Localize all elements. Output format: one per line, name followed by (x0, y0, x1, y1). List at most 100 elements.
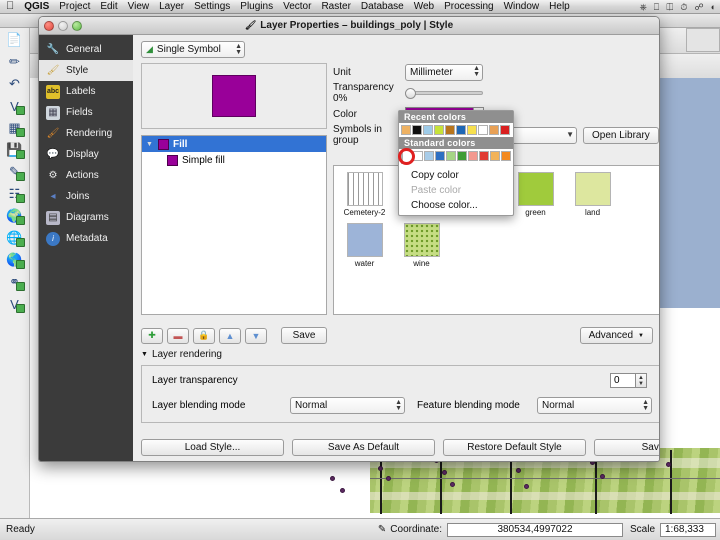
color-picker-popup[interactable]: Recent colors Standard colors Copy color… (398, 110, 514, 216)
tree-row[interactable]: ▼ Fill (142, 136, 326, 152)
menu-item-database[interactable]: Database (361, 1, 404, 12)
chevron-down-icon[interactable]: ▼ (146, 141, 154, 148)
add-wms-layer-icon[interactable]: 🌍 (4, 206, 26, 226)
pencil-icon[interactable]: ✏ (4, 52, 26, 72)
add-vector-layer-icon[interactable]: V (4, 96, 26, 116)
menu-item-processing[interactable]: Processing (444, 1, 493, 12)
transparency-slider[interactable] (405, 87, 483, 99)
unit-combo[interactable]: Millimeter ▲ ▼ (405, 63, 483, 81)
new-spatialite-icon[interactable]: V (4, 294, 26, 314)
add-symbol-button[interactable]: ✚ (141, 327, 163, 344)
recent-color-swatch[interactable] (445, 125, 455, 135)
standard-color-swatch[interactable] (501, 151, 511, 161)
sidebar-item-labels[interactable]: abc Labels (39, 81, 133, 102)
tree-row[interactable]: Simple fill (142, 152, 326, 168)
sidebar-item-actions[interactable]: ⚙ Actions (39, 165, 133, 186)
spinner-arrows[interactable]: ▲ ▼ (636, 373, 647, 388)
new-shapefile-icon[interactable]: ⚭ (4, 272, 26, 292)
menu-item-settings[interactable]: Settings (194, 1, 230, 12)
dropbox-icon[interactable]: ⎈ (640, 2, 647, 13)
add-raster-layer-icon[interactable]: ▦ (4, 118, 26, 138)
recent-color-swatch[interactable] (434, 125, 444, 135)
standard-color-swatch[interactable] (479, 151, 489, 161)
render-icon[interactable]: ✎ (378, 524, 386, 535)
standard-color-swatch-selected[interactable] (398, 148, 415, 165)
minimize-button[interactable] (58, 21, 68, 31)
restore-default-style-button[interactable]: Restore Default Style (443, 439, 586, 456)
menu-item-qgis[interactable]: QGIS (24, 1, 49, 12)
advanced-button[interactable]: Advanced ▼ (579, 327, 653, 344)
sidebar-item-style[interactable]: 🖌 Style (39, 60, 133, 81)
move-down-button[interactable]: ▼ (245, 327, 267, 344)
open-library-button[interactable]: Open Library (583, 126, 659, 144)
menu-item-help[interactable]: Help (549, 1, 570, 12)
save-as-default-button[interactable]: Save As Default (292, 439, 435, 456)
copy-color-menu-item[interactable]: Copy color (399, 168, 513, 183)
sidebar-item-rendering[interactable]: 🖌 Rendering (39, 123, 133, 144)
save-symbol-button[interactable]: Save (281, 327, 327, 344)
add-wcs-layer-icon[interactable]: 🌐 (4, 228, 26, 248)
recent-color-swatch[interactable] (423, 125, 433, 135)
recent-color-swatch[interactable] (478, 125, 488, 135)
layer-rendering-header[interactable]: ▼ Layer rendering (141, 349, 222, 360)
load-style-button[interactable]: Load Style... (141, 439, 284, 456)
wifi-icon[interactable]: ◐ (711, 2, 716, 12)
standard-color-swatch[interactable] (468, 151, 478, 161)
standard-color-swatch[interactable] (446, 151, 456, 161)
menu-item-vector[interactable]: Vector (283, 1, 311, 12)
symbol-item[interactable]: Cemetery-2 (340, 172, 389, 217)
remove-symbol-button[interactable]: ▬ (167, 327, 189, 344)
lock-symbol-button[interactable]: 🔒 (193, 327, 215, 344)
sidebar-item-diagrams[interactable]: ▤ Diagrams (39, 207, 133, 228)
menu-item-plugins[interactable]: Plugins (240, 1, 273, 12)
apple-icon[interactable]:  (6, 1, 14, 12)
layer-blending-combo[interactable]: Normal ▲ ▼ (290, 397, 405, 414)
scale-input[interactable]: 1:68,333 (660, 522, 716, 537)
symbol-item[interactable]: wine (397, 223, 446, 268)
add-postgis-layer-icon[interactable]: 💾 (4, 140, 26, 160)
menu-item-view[interactable]: View (128, 1, 150, 12)
sidebar-item-metadata[interactable]: i Metadata (39, 228, 133, 249)
menu-item-layer[interactable]: Layer (159, 1, 184, 12)
renderer-type-combo[interactable]: ◢ Single Symbol ▲ ▼ (141, 41, 245, 58)
sidebar-item-fields[interactable]: ▦ Fields (39, 102, 133, 123)
recent-color-swatch[interactable] (500, 125, 510, 135)
add-wfs-layer-icon[interactable]: 🌎 (4, 250, 26, 270)
coordinate-input[interactable]: 380534,4997022 (446, 522, 623, 537)
move-up-button[interactable]: ▲ (219, 327, 241, 344)
close-button[interactable] (44, 21, 54, 31)
menu-item-edit[interactable]: Edit (100, 1, 117, 12)
symbol-item[interactable]: land (568, 172, 617, 217)
symbol-layer-tree[interactable]: ▼ Fill Simple fill (141, 135, 327, 315)
recent-color-swatch[interactable] (467, 125, 477, 135)
undo-icon[interactable]: ↶ (4, 74, 26, 94)
recent-color-swatch[interactable] (412, 125, 422, 135)
standard-color-swatch[interactable] (490, 151, 500, 161)
standard-color-swatch[interactable] (435, 151, 445, 161)
sidebar-item-general[interactable]: 🔧 General (39, 39, 133, 60)
menu-item-window[interactable]: Window (504, 1, 540, 12)
timemachine-icon[interactable]: ⏱ (680, 2, 687, 13)
recent-color-swatch[interactable] (456, 125, 466, 135)
add-mssql-layer-icon[interactable]: ☷ (4, 184, 26, 204)
menu-item-raster[interactable]: Raster (321, 1, 350, 12)
add-spatialite-layer-icon[interactable]: ✎ (4, 162, 26, 182)
standard-color-swatch[interactable] (457, 151, 467, 161)
bluetooth-icon[interactable]: ☍ (694, 2, 703, 13)
layer-transparency-value[interactable]: 0 (610, 373, 636, 388)
symbol-item[interactable]: water (340, 223, 389, 268)
save-style-button[interactable]: Save Style ▼ (594, 439, 659, 456)
menu-item-web[interactable]: Web (414, 1, 434, 12)
standard-color-swatch[interactable] (424, 151, 434, 161)
zoom-button[interactable] (72, 21, 82, 31)
recent-color-swatch[interactable] (401, 125, 411, 135)
screenshare-icon[interactable]: ⎕ (654, 2, 659, 13)
dialog-titlebar[interactable]: 🖌 Layer Properties – buildings_poly | St… (39, 17, 659, 35)
sidebar-item-joins[interactable]: ◂ Joins (39, 186, 133, 207)
chevron-down-icon[interactable]: ▼ (141, 351, 148, 358)
display-icon[interactable]: ⎅ (666, 2, 673, 13)
feature-blending-combo[interactable]: Normal ▲ ▼ (537, 397, 652, 414)
choose-color-menu-item[interactable]: Choose color... (399, 198, 513, 213)
recent-color-swatch[interactable] (489, 125, 499, 135)
sidebar-item-display[interactable]: 💬 Display (39, 144, 133, 165)
